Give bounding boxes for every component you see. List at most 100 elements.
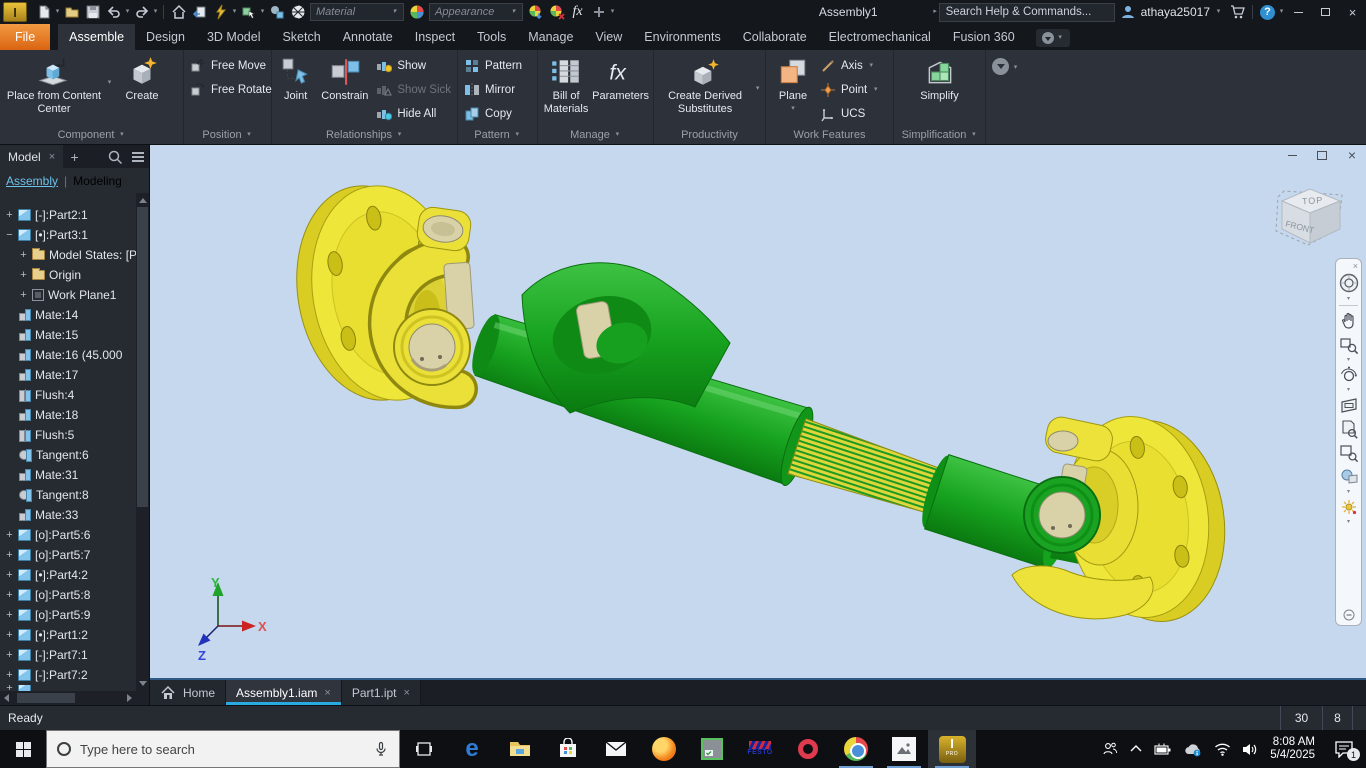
tree-item[interactable]: −[•]:Part3:1 — [0, 225, 149, 245]
doc-restore-button[interactable] — [1314, 148, 1330, 162]
group-label-work-features[interactable]: Work Features — [766, 126, 893, 144]
undo-icon[interactable] — [103, 2, 124, 22]
expander-icon[interactable]: + — [19, 249, 28, 261]
microphone-icon[interactable] — [373, 741, 389, 757]
update-dropdown-icon[interactable]: ▾ — [231, 7, 238, 17]
navbar-caret-icon[interactable]: ▾ — [1347, 296, 1350, 302]
expander-icon[interactable]: + — [5, 209, 14, 221]
parameters-button[interactable]: fx Parameters — [592, 54, 649, 103]
scrollbar-thumb[interactable] — [17, 693, 75, 703]
group-label-pattern[interactable]: Pattern▾ — [458, 126, 537, 144]
navbar-collapse-icon[interactable] — [1337, 607, 1360, 623]
inventor-app-icon[interactable]: I — [3, 2, 27, 22]
appearance-combo[interactable]: Appearance▾ — [429, 3, 523, 21]
tree-item[interactable]: +[o]:Part5:6 — [0, 525, 149, 545]
user-dropdown-icon[interactable]: ▾ — [1215, 7, 1222, 17]
component-pair-icon[interactable] — [266, 2, 287, 22]
axis-button[interactable]: Axis ▾ — [818, 54, 881, 78]
taskbar-search[interactable] — [46, 730, 400, 768]
zoom-selected-icon[interactable] — [1337, 441, 1360, 465]
taskbar-clock[interactable]: 8:08 AM 5/4/2025 — [1270, 736, 1315, 762]
group-label-component[interactable]: Component▾ — [0, 125, 183, 144]
tree-item[interactable]: +[-]:Part7:1 — [0, 645, 149, 665]
appearance-wheel-icon[interactable] — [406, 2, 427, 22]
cds-dropdown-icon[interactable]: ▾ — [754, 84, 761, 94]
free-move-button[interactable]: Free Move — [188, 54, 274, 78]
expander-icon[interactable]: + — [19, 289, 28, 301]
expander-icon[interactable]: + — [5, 569, 14, 581]
pattern-button[interactable]: Pattern — [462, 54, 524, 78]
group-dropdown-icon[interactable]: ▾ — [970, 130, 977, 140]
start-button[interactable] — [0, 730, 46, 768]
group-dropdown-icon[interactable]: ▾ — [396, 130, 403, 140]
tab-view[interactable]: View — [584, 24, 633, 50]
help-icon[interactable]: ? — [1257, 2, 1278, 22]
tree-item[interactable]: Mate:18 — [0, 405, 149, 425]
open-icon[interactable] — [61, 2, 82, 22]
collapser-icon[interactable]: − — [5, 229, 14, 241]
group-label-relationships[interactable]: Relationships▾ — [272, 126, 457, 144]
scroll-down-icon[interactable] — [139, 681, 147, 686]
expander-icon[interactable]: + — [5, 649, 14, 661]
scroll-right-icon[interactable] — [127, 694, 132, 702]
visual-style-icon[interactable] — [1337, 465, 1360, 489]
combo-caret-icon[interactable]: ▾ — [391, 7, 398, 17]
people-icon[interactable] — [1102, 741, 1118, 757]
expander-icon[interactable]: + — [5, 529, 14, 541]
battery-icon[interactable] — [1154, 742, 1172, 756]
pan-hand-icon[interactable] — [1337, 309, 1360, 333]
task-view-button[interactable] — [400, 730, 448, 768]
taskbar-app-icon[interactable] — [688, 730, 736, 768]
new-dropdown-icon[interactable]: ▾ — [54, 7, 61, 17]
constrain-button[interactable]: Constrain — [317, 54, 372, 103]
browser-menu-icon[interactable] — [126, 145, 149, 168]
scroll-up-icon[interactable] — [139, 198, 147, 203]
group-dropdown-icon[interactable]: ▾ — [246, 130, 253, 140]
tree-item[interactable]: +[•]:Part1:2 — [0, 625, 149, 645]
joint-button[interactable]: Joint — [276, 54, 315, 103]
create-derived-substitutes-button[interactable]: Create Derived Substitutes — [658, 54, 752, 115]
tray-expand-icon[interactable] — [1129, 742, 1143, 756]
right-flange-joint[interactable] — [1012, 407, 1237, 631]
show-button[interactable]: Show — [374, 54, 453, 78]
combo-caret-icon[interactable]: ▾ — [510, 7, 517, 17]
tree-item[interactable]: +Origin — [0, 265, 149, 285]
tree-item[interactable]: Tangent:8 — [0, 485, 149, 505]
tab-manage[interactable]: Manage — [517, 24, 584, 50]
save-icon[interactable] — [82, 2, 103, 22]
tree-item[interactable]: Tangent:6 — [0, 445, 149, 465]
tab-file[interactable]: File — [0, 24, 50, 50]
tab-collaborate[interactable]: Collaborate — [732, 24, 818, 50]
expander-icon[interactable]: + — [19, 269, 28, 281]
tab-3d-model[interactable]: 3D Model — [196, 24, 272, 50]
expander-icon[interactable]: + — [5, 589, 14, 601]
taskbar-store-icon[interactable] — [544, 730, 592, 768]
taskbar-firefox-icon[interactable] — [640, 730, 688, 768]
notification-center-button[interactable]: 1 — [1326, 740, 1362, 758]
browser-close-icon[interactable]: × — [49, 151, 55, 163]
tab-sketch[interactable]: Sketch — [271, 24, 331, 50]
tab-inspect[interactable]: Inspect — [404, 24, 466, 50]
group-label-manage[interactable]: Manage▾ — [538, 125, 653, 144]
expander-icon[interactable]: + — [5, 629, 14, 641]
tree-item[interactable]: +[-]:Part7:2 — [0, 665, 149, 685]
tab-annotate[interactable]: Annotate — [332, 24, 404, 50]
window-restore-button[interactable] — [1312, 2, 1339, 22]
user-account[interactable]: athaya25017 ▾ — [1120, 4, 1222, 20]
ucs-button[interactable]: UCS — [818, 102, 881, 126]
ribbon-appearance-caret-icon[interactable]: ▾ — [1057, 33, 1064, 43]
plane-dropdown-icon[interactable]: ▾ — [790, 104, 797, 114]
drive-shaft-assembly-model[interactable] — [150, 145, 1366, 678]
bill-of-materials-button[interactable]: Bill of Materials — [542, 54, 590, 115]
help-dropdown-icon[interactable]: ▾ — [1278, 7, 1285, 17]
group-dropdown-icon[interactable]: ▾ — [614, 130, 621, 140]
tab-electromechanical[interactable]: Electromechanical — [818, 24, 942, 50]
taskbar-search-input[interactable] — [80, 742, 364, 757]
view-cube[interactable]: TOP FRONT — [1272, 181, 1350, 253]
taskbar-opera-icon[interactable] — [784, 730, 832, 768]
tab-environments[interactable]: Environments — [633, 24, 731, 50]
parameters-fx-icon[interactable]: fx — [567, 2, 588, 22]
browser-add-icon[interactable]: + — [63, 145, 86, 168]
place-dropdown-icon[interactable]: ▾ — [106, 78, 113, 88]
tab-close-icon[interactable]: × — [324, 687, 330, 699]
